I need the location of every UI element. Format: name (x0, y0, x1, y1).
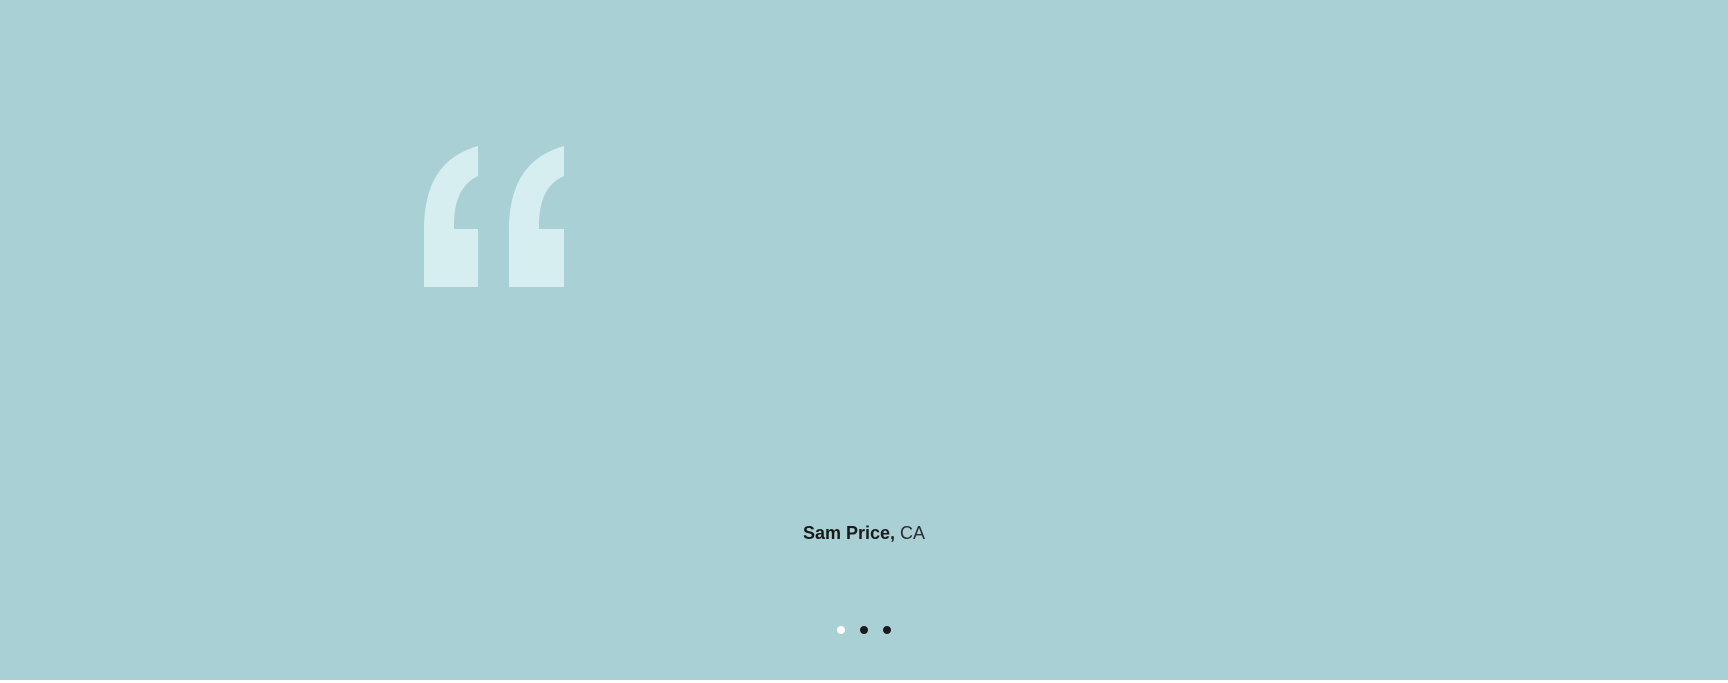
pagination-dot-1[interactable] (837, 626, 845, 634)
testimonial-author: Sam Price, CA (0, 521, 1728, 545)
author-location: CA (900, 523, 926, 543)
testimonial-section: Sam Price, CA (0, 0, 1728, 680)
slider-pagination (0, 625, 1728, 635)
pagination-dot-3[interactable] (883, 626, 891, 634)
pagination-dot-2[interactable] (860, 626, 868, 634)
open-quote-icon (423, 146, 565, 288)
author-name: Sam Price, (802, 523, 896, 543)
